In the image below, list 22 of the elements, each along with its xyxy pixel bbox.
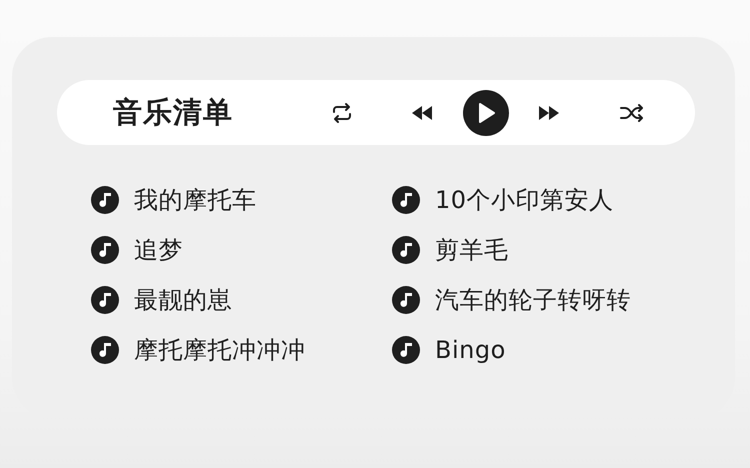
- song-title[interactable]: 我的摩托车: [134, 184, 256, 216]
- music-note-icon: [91, 186, 119, 214]
- rewind-icon[interactable]: [411, 104, 433, 120]
- music-note-icon: [392, 336, 420, 364]
- play-button[interactable]: [463, 90, 509, 136]
- music-note-icon: [392, 236, 420, 264]
- song-title[interactable]: 10个小印第安人: [435, 184, 614, 216]
- music-note-icon: [392, 286, 420, 314]
- play-icon: [476, 102, 496, 124]
- music-note-icon: [392, 186, 420, 214]
- song-title[interactable]: 汽车的轮子转呀转: [435, 284, 631, 316]
- song-title[interactable]: 摩托摩托冲冲冲: [134, 334, 306, 366]
- song-title[interactable]: 最靓的崽: [134, 284, 232, 316]
- shuffle-icon[interactable]: [619, 102, 645, 124]
- playlist-title: 音乐清单: [113, 94, 233, 130]
- fast-forward-icon[interactable]: [538, 104, 560, 120]
- song-title[interactable]: Bingo: [435, 336, 506, 364]
- song-title[interactable]: 追梦: [134, 234, 183, 266]
- music-note-icon: [91, 286, 119, 314]
- music-note-icon: [91, 236, 119, 264]
- music-note-icon: [91, 336, 119, 364]
- song-title[interactable]: 剪羊毛: [435, 234, 508, 266]
